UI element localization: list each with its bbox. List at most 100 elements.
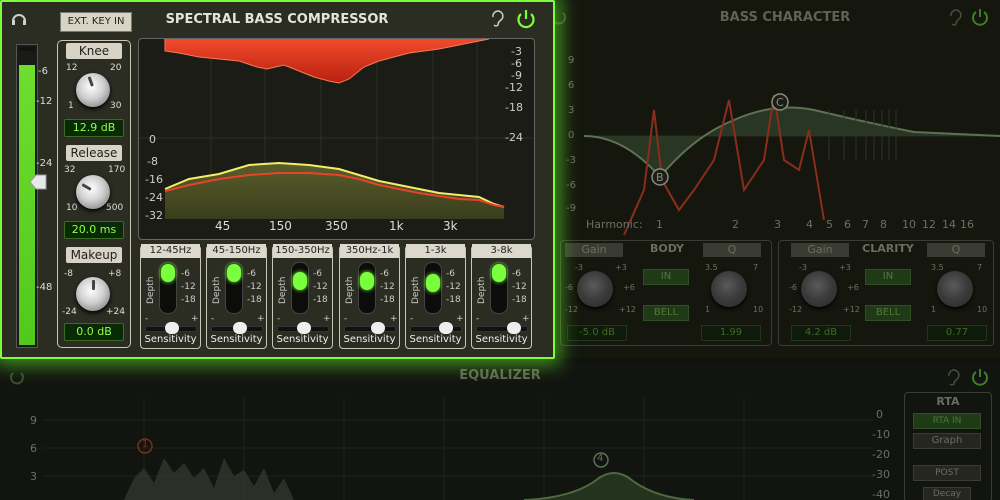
depth-slider[interactable] [225, 262, 243, 314]
knob-column: Knee 12 20 1 30 12.9 dB Release 32 170 1… [57, 40, 131, 348]
depth-slider[interactable] [490, 262, 508, 314]
spectrum-right-12: -12 [505, 81, 523, 94]
rta-graph-button[interactable]: Graph [913, 433, 981, 449]
sensitivity-plus: + [522, 314, 530, 324]
body-q-tick-1: 7 [753, 263, 759, 272]
release-readout[interactable]: 20.0 ms [64, 221, 124, 239]
bass-power-icon-right[interactable] [970, 6, 990, 26]
sensitivity-slider-thumb[interactable] [233, 322, 247, 334]
clarity-gain-knob[interactable] [801, 271, 837, 307]
body-q-tick-3: 10 [753, 305, 764, 314]
release-knob[interactable] [76, 175, 110, 209]
depth-label: Depth [212, 276, 222, 304]
band-label: 45-150Hz [207, 244, 266, 258]
spectrum-display[interactable]: 0 -8 -16 -24 -32 -3 -6 -9 -12 -18 -24 45… [138, 38, 535, 240]
freq-45: 45 [215, 219, 231, 233]
harmonic-6: 6 [844, 218, 851, 231]
sensitivity-slider-thumb[interactable] [165, 322, 179, 334]
bass-node-b[interactable]: B [656, 171, 664, 184]
body-q-tick-2: 1 [705, 305, 711, 314]
rta-post-button[interactable]: POST [913, 465, 981, 481]
depth-scale-6: -6 [380, 269, 389, 279]
sensitivity-minus: - [145, 314, 149, 324]
depth-slider[interactable] [159, 262, 177, 314]
rta-decay-button[interactable]: Decay [923, 487, 971, 500]
eq-r-40: -40 [872, 488, 890, 500]
bass-character-title: BASS CHARACTER [719, 10, 851, 25]
threshold-handle[interactable] [26, 172, 50, 192]
depth-slider-thumb[interactable] [492, 264, 506, 282]
release-knob-indicator [80, 183, 92, 191]
body-gain-tick-5: +12 [619, 305, 636, 314]
depth-slider-thumb[interactable] [360, 272, 374, 290]
clarity-q-knob[interactable] [937, 271, 973, 307]
compressor-ear-icon[interactable] [490, 9, 504, 29]
bass-node-c[interactable]: C [776, 96, 784, 109]
eq-y-9: 9 [30, 414, 37, 427]
eq-power-icon[interactable] [8, 368, 26, 386]
depth-scale-12: -12 [181, 282, 196, 292]
body-q-knob[interactable] [711, 271, 747, 307]
threshold-meter[interactable] [16, 44, 38, 348]
depth-slider-thumb[interactable] [426, 274, 440, 292]
depth-scale: -6 -12 -18 [247, 268, 262, 307]
band-panel-0: 12-45Hz Depth -6 -12 -18 - + Sensitivity [140, 244, 201, 349]
bass-character-graph[interactable] [584, 40, 1000, 240]
body-section: Gain BODY Q -3 +3 -6 +6 -12 +12 3.5 7 1 … [560, 240, 772, 346]
sensitivity-slider[interactable] [410, 326, 462, 332]
clarity-gain-tick-5: +12 [843, 305, 860, 314]
sensitivity-slider-thumb[interactable] [439, 322, 453, 334]
clarity-in-button[interactable]: IN [865, 269, 911, 285]
eq-ear-icon[interactable] [946, 368, 960, 386]
depth-slider-thumb[interactable] [293, 272, 307, 290]
clarity-bell-button[interactable]: BELL [865, 305, 911, 321]
bass-character-panel: BASS CHARACTER 9 6 3 0 -3 -6 -9 B C Harm… [552, 0, 1000, 358]
eq-node-1[interactable]: 1 [142, 439, 148, 450]
eq-power-icon-right[interactable] [970, 366, 990, 386]
depth-slider-thumb[interactable] [161, 264, 175, 282]
knee-knob[interactable] [76, 73, 110, 107]
knee-tick-2: 1 [68, 101, 74, 111]
body-bell-button[interactable]: BELL [643, 305, 689, 321]
bass-ear-icon[interactable] [948, 8, 962, 26]
depth-slider[interactable] [424, 262, 442, 314]
body-q-tick-0: 3.5 [705, 263, 718, 272]
sensitivity-slider-thumb[interactable] [507, 322, 521, 334]
sensitivity-label: Sensitivity [343, 334, 396, 345]
sensitivity-slider-thumb[interactable] [371, 322, 385, 334]
bass-y-0: 0 [568, 130, 575, 141]
clarity-q-tick-1: 7 [977, 263, 983, 272]
body-gain-readout[interactable]: -5.0 dB [567, 325, 627, 341]
clarity-q-label: Q [927, 243, 985, 257]
body-in-button[interactable]: IN [643, 269, 689, 285]
depth-slider-thumb[interactable] [227, 264, 241, 282]
bass-y-9: 9 [568, 55, 575, 66]
sensitivity-slider[interactable] [344, 326, 396, 332]
depth-scale-12: -12 [313, 282, 328, 292]
body-q-readout[interactable]: 1.99 [701, 325, 761, 341]
clarity-gain-tick-0: -3 [799, 263, 807, 272]
freq-350: 350 [325, 219, 348, 233]
knee-readout[interactable]: 12.9 dB [64, 119, 124, 137]
makeup-readout[interactable]: 0.0 dB [64, 323, 124, 341]
ext-key-in-button[interactable]: EXT. KEY IN [60, 12, 132, 32]
meter-scale-24: -24 [36, 158, 53, 169]
sensitivity-slider-thumb[interactable] [297, 322, 311, 334]
clarity-q-readout[interactable]: 0.77 [927, 325, 987, 341]
eq-r-30: -30 [872, 468, 890, 481]
sensitivity-minus: - [211, 314, 215, 324]
spectrum-right-24: -24 [505, 131, 523, 144]
depth-slider[interactable] [358, 262, 376, 314]
body-gain-knob[interactable] [577, 271, 613, 307]
band-label: 350Hz-1k [340, 244, 399, 258]
depth-slider[interactable] [291, 262, 309, 314]
depth-scale: -6 -12 -18 [181, 268, 196, 307]
clarity-gain-readout[interactable]: 4.2 dB [791, 325, 851, 341]
eq-node-4[interactable]: 4 [597, 453, 603, 464]
makeup-knob[interactable] [76, 277, 110, 311]
meter-scale-6: -6 [38, 66, 48, 77]
compressor-power-icon[interactable] [515, 8, 537, 30]
eq-graph[interactable] [44, 398, 874, 500]
rta-in-button[interactable]: RTA IN [913, 413, 981, 429]
compressor-headphone-icon[interactable] [10, 9, 28, 27]
